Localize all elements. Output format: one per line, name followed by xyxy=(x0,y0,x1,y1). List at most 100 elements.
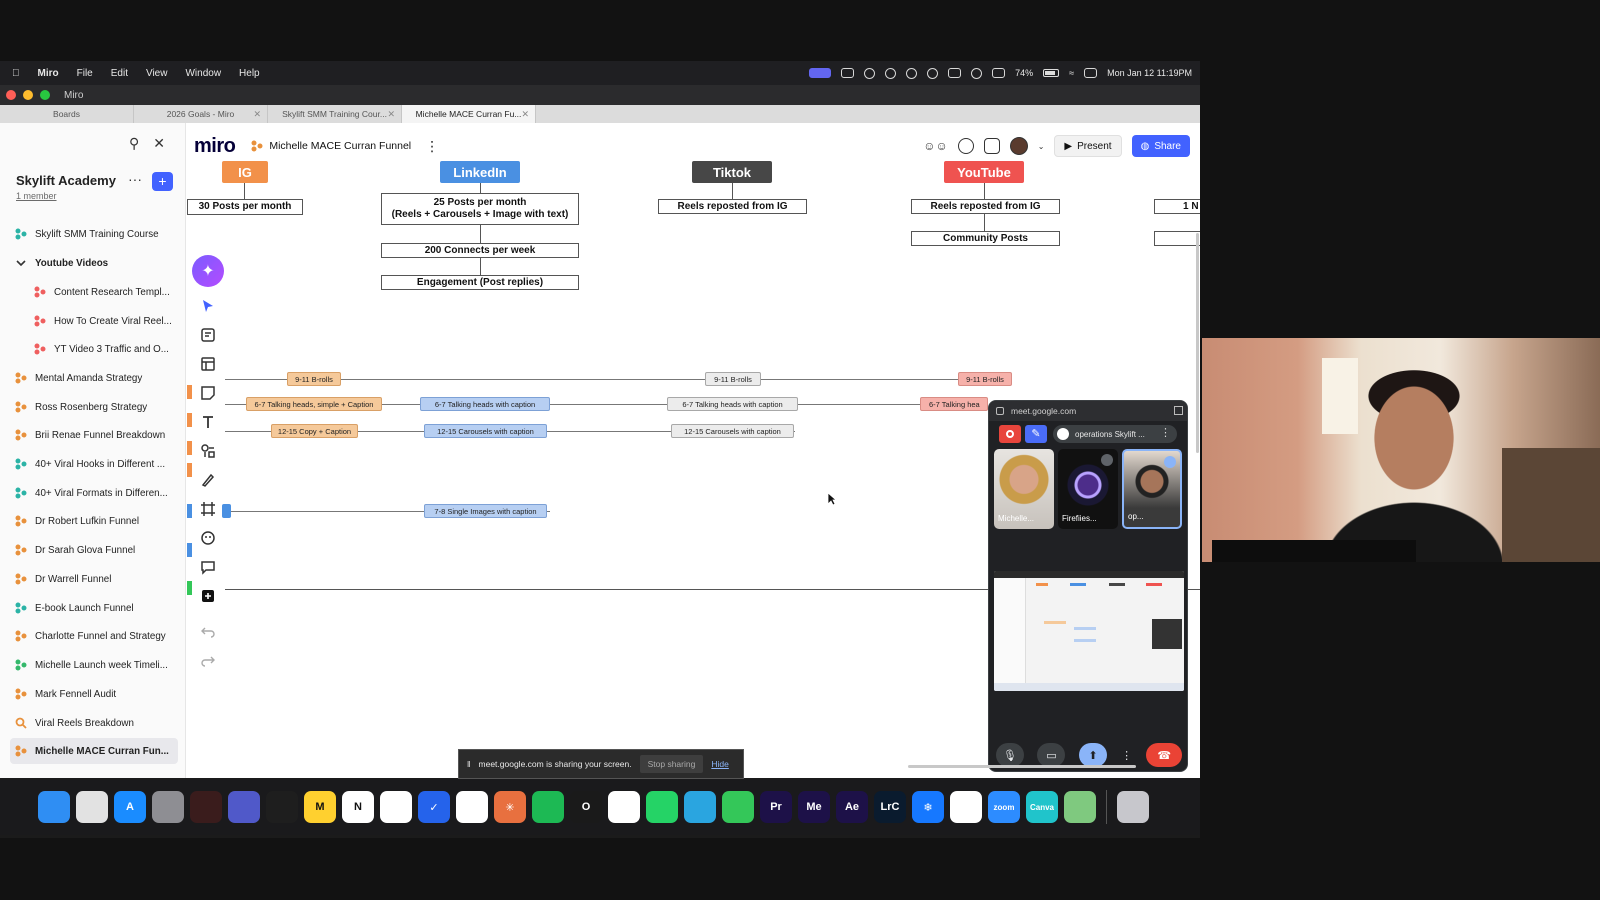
menu-edit[interactable]: Edit xyxy=(111,68,128,79)
tab-michelle-funnel[interactable]: Michelle MACE Curran Fu... ✕ xyxy=(402,105,536,123)
tab-skylift-course[interactable]: Skylift SMM Training Cour... ✕ xyxy=(268,105,402,123)
dock-chrome-icon[interactable] xyxy=(608,791,640,823)
more-options-icon[interactable]: ⋮ xyxy=(1160,426,1171,439)
ig-talking-heads-tag[interactable]: 6-7 Talking heads, simple + Caption xyxy=(246,397,382,411)
close-icon[interactable]: ✕ xyxy=(153,135,165,152)
status-icon[interactable] xyxy=(885,67,897,79)
close-tab-icon[interactable]: ✕ xyxy=(253,109,261,120)
chevron-down-icon[interactable]: ⌄ xyxy=(1038,142,1045,151)
horizontal-scrollbar[interactable] xyxy=(908,765,1136,768)
end-call-button[interactable]: ☎ xyxy=(1146,743,1183,767)
sidebar-item[interactable]: Brii Renae Funnel Breakdown xyxy=(10,422,178,448)
dock-settings-icon[interactable] xyxy=(152,791,184,823)
pen-tool[interactable] xyxy=(190,465,226,494)
board-title[interactable]: Michelle MACE Curran Funnel xyxy=(269,140,411,152)
dock-launchpad-icon[interactable] xyxy=(76,791,108,823)
platform-tiktok[interactable]: Tiktok xyxy=(692,161,772,183)
youtube-talking-heads-tag[interactable]: 6-7 Talking hea xyxy=(920,397,988,411)
site-settings-icon[interactable] xyxy=(996,407,1004,415)
status-icon[interactable] xyxy=(971,67,983,79)
participant-tile[interactable]: Michelle... xyxy=(994,449,1054,529)
avatar[interactable] xyxy=(1009,137,1028,155)
dock-miro-icon[interactable]: M xyxy=(304,791,336,823)
sidebar-item[interactable]: Dr Robert Lufkin Funnel xyxy=(10,508,178,534)
dock-maps-icon[interactable] xyxy=(1064,791,1096,823)
shapes-tool[interactable] xyxy=(190,436,226,465)
workspace-name[interactable]: Skylift Academy xyxy=(16,173,116,188)
platform-linkedin[interactable]: LinkedIn xyxy=(440,161,520,183)
ai-assist-button[interactable]: ✦ xyxy=(192,255,224,287)
workspace-more-icon[interactable]: ··· xyxy=(128,171,142,187)
frame-tool[interactable] xyxy=(190,494,226,523)
dock-claude-icon[interactable]: ✳ xyxy=(494,791,526,823)
sidebar-item[interactable]: Ross Rosenberg Strategy xyxy=(10,394,178,420)
ig-brolls-tag[interactable]: 9-11 B-rolls xyxy=(287,372,341,386)
ig-posts-box[interactable]: 30 Posts per month xyxy=(187,199,303,215)
hide-button[interactable]: Hide xyxy=(711,759,728,769)
dock-media-encoder-icon[interactable]: Me xyxy=(798,791,830,823)
status-icon[interactable] xyxy=(927,67,939,79)
more-tools[interactable] xyxy=(190,581,226,610)
sidebar-item[interactable]: Content Research Templ... xyxy=(10,279,178,305)
comment-tool[interactable] xyxy=(190,552,226,581)
zoom-window-button[interactable] xyxy=(40,90,50,100)
sidebar-item[interactable]: YT Video 3 Traffic and O... xyxy=(10,336,178,362)
dock-tasks-icon[interactable]: ✓ xyxy=(418,791,450,823)
ig-copy-tag[interactable]: 12-15 Copy + Caption xyxy=(271,424,358,438)
menu-app-name[interactable]: Miro xyxy=(38,68,59,79)
dock-screen-icon[interactable] xyxy=(190,791,222,823)
dock-whatsapp-icon[interactable] xyxy=(646,791,678,823)
dock-opera-icon[interactable]: O xyxy=(570,791,602,823)
dock-spotify-icon[interactable] xyxy=(532,791,564,823)
close-tab-icon[interactable]: ✕ xyxy=(387,109,395,120)
comments-icon[interactable] xyxy=(957,138,974,154)
sidebar-item[interactable]: Viral Reels Breakdown xyxy=(10,710,178,736)
dock-zoom-icon[interactable]: zoom xyxy=(988,791,1020,823)
menu-window[interactable]: Window xyxy=(185,68,221,79)
dock-premiere-icon[interactable]: Pr xyxy=(760,791,792,823)
linkedin-posts-box[interactable]: 25 Posts per month (Reels + Carousels + … xyxy=(381,193,579,225)
right-clipped-box[interactable]: 1 N xyxy=(1154,199,1200,214)
youtube-brolls-tag[interactable]: 9-11 B-rolls xyxy=(958,372,1012,386)
dock-finder-icon[interactable] xyxy=(38,791,70,823)
dock-notion-icon[interactable]: N xyxy=(342,791,374,823)
sidebar-item[interactable]: E-book Launch Funnel xyxy=(10,595,178,621)
sidebar-item[interactable]: 40+ Viral Formats in Differen... xyxy=(10,480,178,506)
sidebar-item[interactable]: Dr Warrell Funnel xyxy=(10,566,178,592)
frames-tool[interactable] xyxy=(190,349,226,378)
youtube-reels-box[interactable]: Reels reposted from IG xyxy=(911,199,1060,214)
sidebar-item[interactable]: Youtube Videos xyxy=(10,250,178,276)
dock-slack-icon[interactable] xyxy=(380,791,412,823)
sidebar-item[interactable]: Skylift SMM Training Course xyxy=(10,221,178,247)
board-menu-icon[interactable]: ⋮ xyxy=(425,138,439,155)
sticky-note-tool[interactable] xyxy=(190,378,226,407)
tab-2026-goals[interactable]: 2026 Goals - Miro ✕ xyxy=(134,105,268,123)
present-screen-button[interactable]: ⬆ xyxy=(1078,743,1107,767)
menubar-clock[interactable]: Mon Jan 12 11:19PM xyxy=(1107,68,1192,78)
control-center-icon[interactable] xyxy=(1084,68,1098,78)
reactions-icon[interactable]: ☺☺ xyxy=(923,139,948,153)
camera-button[interactable]: ▭ xyxy=(1037,743,1066,767)
menu-file[interactable]: File xyxy=(77,68,93,79)
microphone-button[interactable]: 🎙 xyxy=(995,743,1024,767)
status-icon[interactable] xyxy=(948,68,962,78)
workspace-members-link[interactable]: 1 member xyxy=(16,191,57,201)
sidebar-item[interactable]: Mental Amanda Strategy xyxy=(10,365,178,391)
youtube-community-box[interactable]: Community Posts xyxy=(911,231,1060,246)
close-tab-icon[interactable]: ✕ xyxy=(521,109,529,120)
present-button[interactable]: ▶ Present xyxy=(1054,135,1122,157)
sidebar-item[interactable]: 40+ Viral Hooks in Different ... xyxy=(10,451,178,477)
recording-button[interactable] xyxy=(999,425,1021,443)
sidebar-item[interactable]: Dr Sarah Glova Funnel xyxy=(10,537,178,563)
dock-lightroom-icon[interactable]: LrC xyxy=(874,791,906,823)
apple-icon[interactable]:  xyxy=(12,68,20,79)
vertical-scrollbar[interactable] xyxy=(1196,233,1199,453)
meeting-name-chip[interactable]: operations Skylift ... ⋮ xyxy=(1053,425,1177,443)
undo-button[interactable] xyxy=(190,616,226,645)
tiktok-brolls-tag[interactable]: 9-11 B-rolls xyxy=(705,372,761,386)
linkedin-images-tag[interactable]: 7-8 Single Images with caption xyxy=(424,504,547,518)
screen-share-preview[interactable]: ✎ ⌃ xyxy=(994,571,1184,691)
more-options-button[interactable]: ⋮ xyxy=(1121,743,1133,767)
status-icon[interactable] xyxy=(864,67,876,79)
dock-chatgpt-icon[interactable] xyxy=(456,791,488,823)
